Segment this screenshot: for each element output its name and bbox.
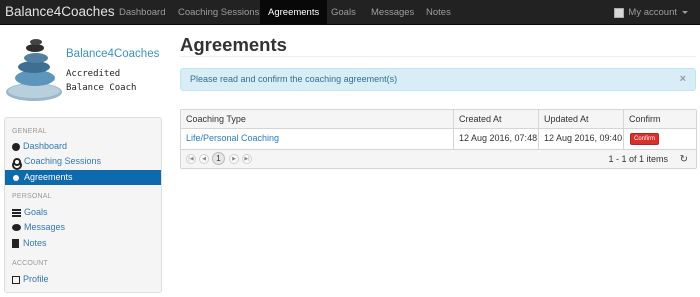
file-icon <box>12 239 19 248</box>
column-header-created-at[interactable]: Created At <box>454 110 502 129</box>
sidebar-item-label: Goals <box>24 207 48 217</box>
sidebar-item-label: Profile <box>23 274 49 284</box>
coaching-type-link[interactable]: Life/Personal Coaching <box>181 129 279 148</box>
page-number-button[interactable]: 1 <box>212 152 225 165</box>
sidebar-item-goals[interactable]: Goals <box>5 205 161 220</box>
user-avatar-icon <box>614 7 625 18</box>
agreements-grid: Coaching Type Created At Updated At Conf… <box>180 109 697 169</box>
created-at-cell: 12 Aug 2016, 07:48 <box>459 133 538 143</box>
sidebar: GENERAL Dashboard Coaching Sessions Agre… <box>4 117 162 293</box>
logo-name: Balance4Coaches <box>66 48 160 60</box>
refresh-icon[interactable]: ↻ <box>680 150 688 169</box>
close-icon[interactable]: × <box>680 69 686 90</box>
sidebar-header-general: GENERAL <box>12 128 47 135</box>
prev-page-icon[interactable]: ◀ <box>199 154 209 164</box>
nav-goals[interactable]: Goals <box>331 7 356 18</box>
column-header-confirm[interactable]: Confirm <box>624 110 661 129</box>
list-icon <box>12 208 21 217</box>
page-title: Agreements <box>180 34 287 55</box>
nav-agreements[interactable]: Agreements <box>260 0 328 25</box>
logo-subtitle: Accredited Balance Coach <box>66 69 137 93</box>
sidebar-item-dashboard[interactable]: Dashboard <box>5 139 161 154</box>
brand-link[interactable]: Balance4Coaches <box>5 4 115 19</box>
grid-header: Coaching Type Created At Updated At Conf… <box>181 110 696 129</box>
top-navbar: Balance4Coaches Dashboard Coaching Sessi… <box>0 0 700 25</box>
sidebar-item-label: Notes <box>23 238 47 248</box>
sidebar-item-notes[interactable]: Notes <box>5 236 161 251</box>
nav-notes[interactable]: Notes <box>426 7 451 18</box>
first-page-icon[interactable]: |◀ <box>186 154 196 164</box>
cogs-icon <box>12 157 22 170</box>
nav-messages[interactable]: Messages <box>371 7 414 18</box>
grid-pager: |◀ ◀ 1 ▶ ▶| 1 - 1 of 1 items ↻ <box>181 149 696 168</box>
account-label: My account <box>628 7 677 18</box>
sidebar-item-messages[interactable]: Messages <box>5 220 161 235</box>
column-header-coaching-type[interactable]: Coaching Type <box>181 110 246 129</box>
title-divider <box>180 56 696 57</box>
info-alert: Please read and confirm the coaching agr… <box>180 68 696 91</box>
tachometer-icon <box>12 142 20 151</box>
pager-info: 1 - 1 of 1 items <box>608 154 668 164</box>
column-header-updated-at[interactable]: Updated At <box>539 110 589 129</box>
edit-icon <box>12 275 20 284</box>
caret-down-icon <box>682 11 688 14</box>
account-menu[interactable]: My account <box>614 7 688 18</box>
stacked-stones-logo <box>6 39 62 101</box>
last-page-icon[interactable]: ▶| <box>242 154 252 164</box>
sidebar-item-label: Coaching Sessions <box>24 156 102 166</box>
sidebar-item-label: Messages <box>24 222 66 232</box>
table-row: Life/Personal Coaching 12 Aug 2016, 07:4… <box>181 129 696 149</box>
circle-icon <box>13 174 19 181</box>
alert-message: Please read and confirm the coaching agr… <box>190 74 398 84</box>
sidebar-header-personal: PERSONAL <box>12 193 52 200</box>
sidebar-item-agreements[interactable]: Agreements <box>5 170 161 185</box>
sidebar-item-coaching-sessions[interactable]: Coaching Sessions <box>5 154 161 170</box>
nav-dashboard[interactable]: Dashboard <box>119 7 165 18</box>
nav-coaching-sessions[interactable]: Coaching Sessions <box>178 7 259 18</box>
updated-at-cell: 12 Aug 2016, 09:40 <box>544 133 623 143</box>
sidebar-item-label: Dashboard <box>23 141 68 151</box>
confirm-button[interactable]: Confirm <box>630 133 660 145</box>
sidebar-item-label: Agreements <box>24 172 73 182</box>
next-page-icon[interactable]: ▶ <box>229 154 239 164</box>
comments-icon <box>12 224 21 231</box>
sidebar-item-profile[interactable]: Profile <box>5 272 161 287</box>
sidebar-header-account: ACCOUNT <box>12 260 49 267</box>
